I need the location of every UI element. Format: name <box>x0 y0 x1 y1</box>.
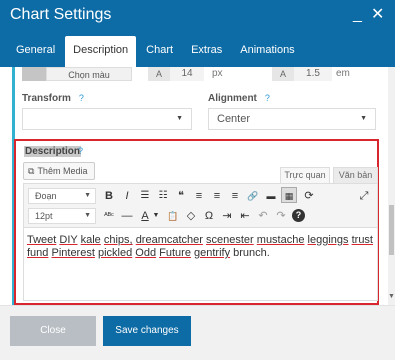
italic-button[interactable]: I <box>120 188 134 204</box>
paragraph-format-select[interactable]: Đoạn ▼ <box>28 188 96 204</box>
bullet-list-button[interactable]: ☰ <box>138 188 152 204</box>
blockquote-button[interactable]: ❝ <box>174 188 188 204</box>
content-scrollbar[interactable]: ▼ <box>388 67 395 305</box>
chevron-down-icon: ▼ <box>360 115 367 122</box>
paste-text-button[interactable]: 📋 <box>166 208 180 224</box>
transform-label: Transform? <box>22 93 84 104</box>
alignment-select-value: Center <box>217 113 251 125</box>
editor-word: DIY <box>59 234 78 246</box>
window-header: Chart Settings _ ✕ General Description C… <box>0 0 395 67</box>
alignment-select[interactable]: Center ▼ <box>208 108 376 130</box>
add-media-button[interactable]: ⧉ Thêm Media <box>23 162 95 180</box>
help-icon[interactable]: ? <box>292 209 305 222</box>
editor-word: kale <box>80 234 101 246</box>
fullscreen-icon[interactable]: ⤢ <box>357 188 371 204</box>
horizontal-line-button[interactable]: — <box>120 208 134 224</box>
font-size-select[interactable]: 12pt ▼ <box>28 208 96 224</box>
redo-button[interactable]: ↷ <box>274 208 288 224</box>
alignment-help-icon[interactable]: ? <box>265 93 270 103</box>
line-height-icon: A <box>272 67 294 81</box>
color-swatch[interactable] <box>22 67 46 81</box>
text-color-button[interactable]: A <box>138 208 152 224</box>
paragraph-format-value: Đoạn <box>35 191 57 201</box>
align-center-button[interactable]: ≡ <box>210 188 224 204</box>
transform-help-icon[interactable]: ? <box>79 93 84 103</box>
bold-button[interactable]: B <box>102 188 116 204</box>
editor-word: chips, <box>103 234 133 246</box>
minimize-icon[interactable]: _ <box>353 5 362 25</box>
description-help-icon[interactable]: ? <box>78 146 83 156</box>
tab-description[interactable]: Description <box>65 36 137 67</box>
editor-word: brunch. <box>233 247 270 259</box>
settings-content: Chọn màu A 14 px A 1.5 em Transform? Ali… <box>0 67 395 305</box>
clear-format-button[interactable]: ◇ <box>184 208 198 224</box>
chevron-down-icon: ▼ <box>84 212 91 219</box>
outdent-button[interactable]: ⇤ <box>238 208 252 224</box>
line-height-input[interactable]: 1.5 <box>294 67 332 81</box>
strikethrough-button[interactable]: ᴬᴮᶜ <box>102 208 116 224</box>
refresh-button[interactable]: ⟳ <box>302 188 316 204</box>
text-mode-tab[interactable]: Văn bản <box>333 167 378 183</box>
transform-select[interactable]: ▼ <box>22 108 192 130</box>
save-changes-button[interactable]: Save changes <box>103 316 191 346</box>
editor-word: Tweet <box>27 234 57 246</box>
line-height-unit: em <box>336 68 350 79</box>
editor-word: trust <box>351 234 373 246</box>
editor-word: fund <box>27 247 49 259</box>
alignment-label: Alignment? <box>208 93 270 104</box>
editor-toolbar: Đoạn ▼ B I ☰ ☷ ❝ ≡ ≡ ≡ 🔗 ▬ ▦ ⟳ ⤢ 12pt ▼ … <box>23 183 378 227</box>
toolbar-toggle-button[interactable]: ▦ <box>281 187 297 203</box>
close-button[interactable]: Close <box>10 316 96 346</box>
transform-label-text: Transform <box>22 93 71 104</box>
add-media-label: Thêm Media <box>37 166 88 176</box>
editor-word: mustache <box>256 234 305 246</box>
tab-extras[interactable]: Extras <box>183 36 230 64</box>
description-label: Description <box>24 146 82 157</box>
editor-word: Odd <box>135 247 157 259</box>
scroll-down-arrow-icon[interactable]: ▼ <box>388 293 395 300</box>
numbered-list-button[interactable]: ☷ <box>156 188 170 204</box>
close-icon[interactable]: ✕ <box>371 5 384 25</box>
editor-word: dreamcatcher <box>135 234 203 246</box>
alignment-label-text: Alignment <box>208 93 257 104</box>
editor-word: leggings <box>307 234 349 246</box>
special-character-button[interactable]: Ω <box>202 208 216 224</box>
window-title: Chart Settings <box>10 6 112 23</box>
tab-general[interactable]: General <box>8 36 63 64</box>
scrollbar-thumb[interactable] <box>389 205 394 255</box>
font-size-input[interactable]: 14 <box>170 67 204 81</box>
align-right-button[interactable]: ≡ <box>228 188 242 204</box>
description-field: Description ? ⧉ Thêm Media Trực quan Văn … <box>14 139 379 305</box>
tab-animations[interactable]: Animations <box>232 36 302 64</box>
chevron-down-icon: ▼ <box>84 192 91 199</box>
pick-color-button[interactable]: Chọn màu <box>46 67 132 81</box>
settings-tabs: General Description Chart Extras Animati… <box>8 33 305 67</box>
editor-word: pickled <box>97 247 133 259</box>
description-editor[interactable]: Tweet DIY kale chips, dreamcatcher scene… <box>23 227 378 301</box>
editor-word: gentrify <box>194 247 231 259</box>
chevron-down-icon[interactable]: ▼ <box>152 208 160 224</box>
tab-chart[interactable]: Chart <box>138 36 181 64</box>
font-size-unit: px <box>212 68 223 79</box>
link-button[interactable]: 🔗 <box>246 188 260 204</box>
visual-mode-tab[interactable]: Trực quan <box>280 167 330 183</box>
align-left-button[interactable]: ≡ <box>192 188 206 204</box>
editor-word: scenester <box>206 234 254 246</box>
font-size-select-value: 12pt <box>35 211 53 221</box>
undo-button[interactable]: ↶ <box>256 208 270 224</box>
read-more-button[interactable]: ▬ <box>264 188 278 204</box>
font-size-icon: A <box>148 67 170 81</box>
dialog-footer: Close Save changes <box>0 305 395 360</box>
chevron-down-icon: ▼ <box>176 115 183 122</box>
editor-word: Future <box>159 247 191 259</box>
indent-button[interactable]: ⇥ <box>220 208 234 224</box>
editor-word: Pinterest <box>51 247 95 259</box>
add-media-icon: ⧉ <box>28 166 35 176</box>
